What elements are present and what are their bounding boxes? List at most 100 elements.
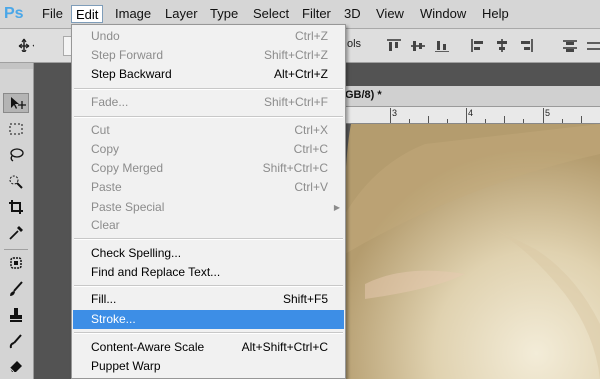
menu-item-label: Copy Merged — [91, 161, 164, 175]
menu-item-label: Paste — [91, 180, 122, 194]
menu-item-step-backward[interactable]: Step Backward Alt+Ctrl+Z — [73, 65, 344, 84]
quick-selection-tool[interactable] — [3, 171, 29, 191]
menu-item-label: Content-Aware Scale — [91, 340, 205, 354]
menu-item-label: Undo — [91, 29, 120, 43]
spot-healing-tool[interactable] — [3, 253, 29, 273]
ruler-tick — [504, 116, 505, 123]
menu-item-shortcut: Ctrl+Z — [295, 29, 328, 43]
ruler-number: 3 — [392, 108, 398, 118]
rectangular-marquee-icon — [9, 123, 23, 135]
menu-item-stroke[interactable]: Stroke... — [73, 310, 344, 329]
menu-item-undo[interactable]: Undo Ctrl+Z — [73, 27, 344, 46]
menu-layer[interactable]: Layer — [161, 5, 202, 23]
horizontal-ruler[interactable]: 3 4 5 — [345, 107, 600, 124]
document-tab-title: GB/8) * — [345, 89, 382, 101]
menu-item-label: Cut — [91, 123, 110, 137]
crop-tool[interactable] — [3, 197, 29, 217]
menu-filter[interactable]: Filter — [298, 5, 335, 23]
menu-item-fill[interactable]: Fill... Shift+F5 — [73, 290, 344, 309]
lasso-tool[interactable] — [3, 145, 29, 165]
menu-separator — [74, 332, 343, 334]
menu-item-label: Clear — [91, 218, 120, 232]
ruler-tick — [543, 108, 544, 123]
tools-panel-grip[interactable] — [0, 63, 33, 69]
move-tool-preset-icon[interactable] — [18, 38, 34, 52]
menu-item-label: Fade... — [91, 95, 129, 109]
menu-item-label: Copy — [91, 142, 120, 156]
history-brush-icon — [9, 334, 22, 349]
spot-healing-brush-icon — [10, 257, 22, 269]
history-brush-tool[interactable] — [3, 331, 29, 351]
menu-item-find-and-replace-text[interactable]: Find and Replace Text... — [73, 263, 344, 282]
menu-item-label: Check Spelling... — [91, 246, 182, 260]
menu-item-cut[interactable]: Cut Ctrl+X — [73, 121, 344, 140]
ruler-number: 4 — [468, 108, 474, 118]
photoshop-logo: Ps — [4, 5, 24, 22]
ruler-tick — [409, 119, 410, 123]
menu-item-check-spelling[interactable]: Check Spelling... — [73, 244, 344, 263]
menu-item-puppet-warp[interactable]: Puppet Warp — [73, 357, 344, 376]
align-left-edges-icon[interactable] — [470, 38, 486, 52]
menu-image[interactable]: Image — [111, 5, 155, 23]
menu-item-content-aware-scale[interactable]: Content-Aware Scale Alt+Shift+Ctrl+C — [73, 338, 344, 357]
canvas-image — [345, 124, 600, 379]
menu-item-shortcut: Shift+Ctrl+Z — [263, 48, 328, 62]
eraser-icon — [9, 361, 22, 373]
brush-icon — [10, 281, 23, 296]
tools-divider — [4, 249, 28, 250]
ruler-tick — [447, 119, 448, 123]
menu-item-label: Paste Special — [91, 200, 165, 214]
ruler-tick — [466, 108, 467, 123]
distribute-vertical-centers-icon[interactable] — [586, 38, 600, 52]
document-canvas[interactable] — [345, 124, 600, 379]
menu-item-shortcut: Alt+Ctrl+Z — [273, 67, 328, 81]
align-vertical-centers-icon[interactable] — [410, 38, 426, 52]
menu-item-label: Find and Replace Text... — [91, 265, 221, 279]
ruler-tick — [428, 116, 429, 123]
ruler-tick — [581, 116, 582, 123]
align-bottom-edges-icon[interactable] — [434, 38, 450, 52]
menu-item-shortcut: Ctrl+V — [294, 180, 328, 194]
menu-item-shortcut: Shift+Ctrl+C — [262, 161, 328, 175]
eraser-tool[interactable] — [3, 355, 29, 375]
edit-menu-dropdown: Undo Ctrl+Z Step Forward Shift+Ctrl+Z Step… — [71, 24, 346, 379]
distribute-top-edges-icon[interactable] — [562, 38, 578, 52]
marquee-tool[interactable] — [3, 119, 29, 139]
submenu-arrow-icon: ▶ — [333, 203, 340, 212]
menu-separator — [74, 238, 343, 240]
menu-item-shortcut: Ctrl+X — [294, 123, 328, 137]
move-tool[interactable] — [3, 93, 29, 113]
crop-icon — [9, 200, 23, 214]
move-icon — [11, 97, 26, 109]
clone-stamp-tool[interactable] — [3, 305, 29, 325]
menu-file[interactable]: File — [38, 5, 67, 23]
align-right-edges-icon[interactable] — [518, 38, 534, 52]
menu-3d[interactable]: 3D — [340, 5, 365, 23]
tools-panel — [0, 63, 34, 379]
eyedropper-tool[interactable] — [3, 223, 29, 243]
menu-select[interactable]: Select — [249, 5, 293, 23]
menu-separator — [74, 285, 343, 287]
menu-item-copy[interactable]: Copy Ctrl+C — [73, 140, 344, 159]
menu-help[interactable]: Help — [478, 5, 513, 23]
menu-edit[interactable]: Edit — [71, 5, 104, 23]
lasso-icon — [10, 148, 24, 162]
menu-item-clear[interactable]: Clear — [73, 216, 344, 235]
menu-item-copy-merged[interactable]: Copy Merged Shift+Ctrl+C — [73, 159, 344, 178]
menu-window[interactable]: Window — [416, 5, 470, 23]
menu-item-paste[interactable]: Paste Ctrl+V — [73, 178, 344, 197]
menu-type[interactable]: Type — [206, 5, 242, 23]
menu-item-fade[interactable]: Fade... Shift+Ctrl+F — [73, 93, 344, 112]
brush-tool[interactable] — [3, 279, 29, 299]
align-horizontal-centers-icon[interactable] — [494, 38, 510, 52]
menu-item-shortcut: Ctrl+C — [293, 142, 328, 156]
menu-item-label: Step Backward — [91, 67, 172, 81]
show-transform-controls-label: ols — [347, 38, 362, 50]
menu-item-paste-special[interactable]: Paste Special ▶ — [73, 198, 344, 217]
menu-item-shortcut: Shift+F5 — [282, 292, 328, 306]
document-tab[interactable]: GB/8) * — [345, 86, 600, 107]
menu-item-step-forward[interactable]: Step Forward Shift+Ctrl+Z — [73, 46, 344, 65]
align-top-edges-icon[interactable] — [386, 38, 402, 52]
quick-selection-icon — [9, 175, 23, 189]
menu-view[interactable]: View — [372, 5, 408, 23]
